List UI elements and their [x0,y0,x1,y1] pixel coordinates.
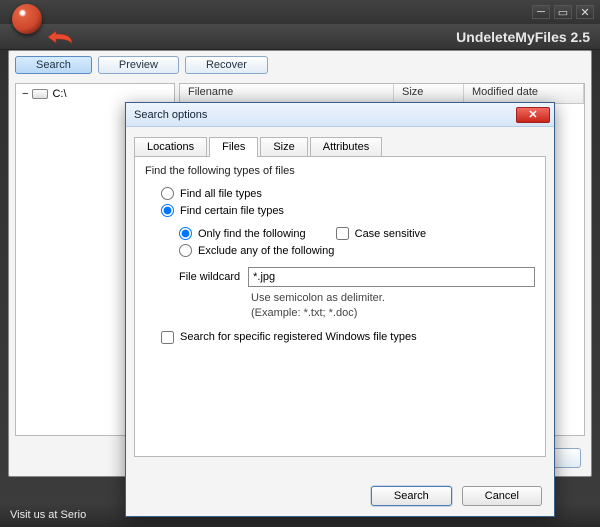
drive-label: C:\ [52,88,66,100]
checkbox-registered-types[interactable]: Search for specific registered Windows f… [161,331,535,344]
dialog-titlebar: Search options ✕ [126,103,554,127]
tab-attributes[interactable]: Attributes [310,137,382,157]
window-titlebar: ─ ▭ ✕ [0,0,600,24]
col-filename[interactable]: Filename [180,84,394,103]
tab-files[interactable]: Files [209,137,258,157]
dialog-cancel-button[interactable]: Cancel [462,486,542,506]
checkbox-case-sensitive-label: Case sensitive [355,228,427,240]
radio-find-certain-input[interactable] [161,204,174,217]
wildcard-row: File wildcard [179,267,535,287]
radio-exclude-input[interactable] [179,244,192,257]
close-window-button[interactable]: ✕ [576,5,594,19]
wildcard-input[interactable] [248,267,535,287]
search-options-dialog: Search options ✕ Locations Files Size At… [125,102,555,517]
radio-exclude-label: Exclude any of the following [198,245,334,257]
checkbox-case-sensitive-input[interactable] [336,227,349,240]
radio-exclude-following[interactable]: Exclude any of the following [179,244,535,257]
dialog-search-button[interactable]: Search [371,486,452,506]
minimize-button[interactable]: ─ [532,5,550,19]
tabpane-files: Find the following types of files Find a… [134,157,546,457]
main-toolbar: Search Preview Recover [9,51,591,79]
footer-text: Visit us at Serio [10,509,86,521]
maximize-button[interactable]: ▭ [554,5,572,19]
radio-only-following[interactable]: Only find the following [179,227,306,240]
expand-icon: − [22,88,28,100]
dialog-title: Search options [134,109,207,121]
radio-find-certain[interactable]: Find certain file types [161,204,535,217]
sub-row-only: Only find the following Case sensitive [179,227,535,240]
undo-arrow-icon [46,29,74,45]
col-size[interactable]: Size [394,84,464,103]
wildcard-label: File wildcard [179,271,240,283]
certain-subgroup: Only find the following Case sensitive E… [179,227,535,344]
col-modified[interactable]: Modified date [464,84,584,103]
dialog-button-row: Search Cancel [371,486,542,506]
radio-find-all-input[interactable] [161,187,174,200]
radio-only-input[interactable] [179,227,192,240]
tab-recover[interactable]: Recover [185,56,268,74]
tree-item-c-drive[interactable]: − C:\ [22,88,168,100]
tab-locations[interactable]: Locations [134,137,207,157]
dialog-close-button[interactable]: ✕ [516,107,550,123]
radio-find-all[interactable]: Find all file types [161,187,535,200]
checkbox-registered-input[interactable] [161,331,174,344]
brand-bar: UndeleteMyFiles 2.5 [0,24,600,50]
grid-header: Filename Size Modified date [180,84,584,104]
drive-icon [32,89,48,99]
radio-only-label: Only find the following [198,228,306,240]
tab-size[interactable]: Size [260,137,307,157]
close-icon: ✕ [528,108,537,121]
tab-search[interactable]: Search [15,56,92,74]
radio-find-certain-label: Find certain file types [180,205,284,217]
checkbox-case-sensitive[interactable]: Case sensitive [336,227,427,240]
tab-preview[interactable]: Preview [98,56,179,74]
wildcard-hint: Use semicolon as delimiter. (Example: *.… [251,291,535,321]
instruction-label: Find the following types of files [145,165,535,177]
hint-line-2: (Example: *.txt; *.doc) [251,306,535,321]
radio-find-all-label: Find all file types [180,188,262,200]
hint-line-1: Use semicolon as delimiter. [251,291,535,306]
dialog-tabstrip: Locations Files Size Attributes [134,133,546,157]
checkbox-registered-label: Search for specific registered Windows f… [180,331,417,343]
app-logo-icon [12,4,42,34]
app-title: UndeleteMyFiles 2.5 [456,29,590,45]
